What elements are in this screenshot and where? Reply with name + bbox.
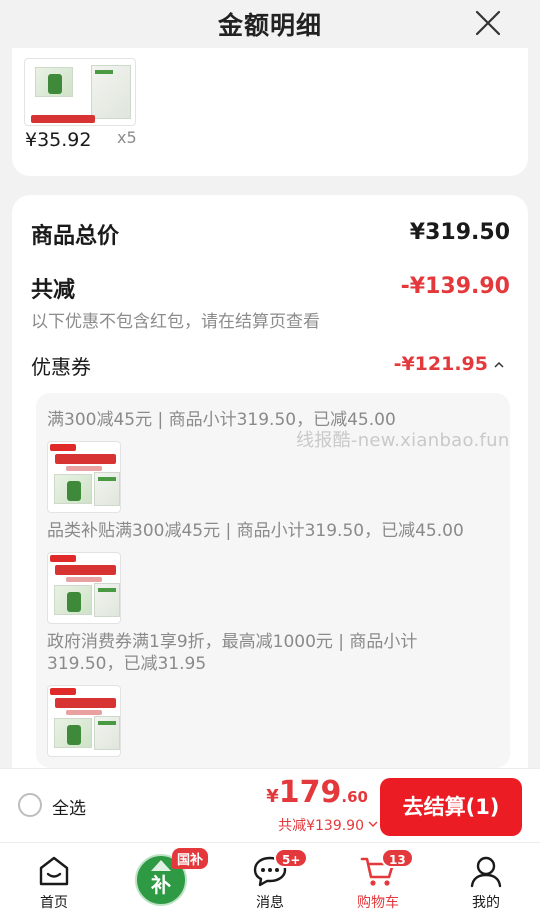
checkout-button[interactable]: 去结算(1) (380, 778, 522, 836)
messages-badge: 5+ (274, 848, 309, 868)
coupon-item-thumbnail (47, 552, 121, 624)
coupon-label: 优惠券 (31, 355, 91, 379)
total-price-label: 商品总价 (31, 224, 120, 249)
currency-symbol: ¥ (266, 786, 279, 807)
select-all-label[interactable]: 全选 (52, 794, 86, 819)
reduce-label: 共减 (31, 278, 76, 303)
tab-mine-label: 我的 (472, 895, 500, 911)
coupon-value[interactable]: -¥121.95 (394, 353, 488, 375)
coupon-item-thumbnail (47, 441, 121, 513)
coupon-item-text: 政府消费券满1享9折，最高减1000元 | 商品小计 (47, 632, 418, 652)
chevron-up-icon[interactable] (494, 360, 504, 370)
watermark: 线报酷-new.xianbao.fun (296, 430, 510, 451)
tab-cart-label: 购物车 (357, 895, 399, 911)
chevron-down-icon[interactable] (368, 819, 378, 829)
tab-messages-label: 消息 (256, 895, 284, 911)
header: 金额明细 (0, 0, 540, 48)
subsidy-char: 补 (150, 873, 171, 897)
discount-note: 以下优惠不包含红包，请在结算页查看 (31, 312, 320, 332)
product-thumbnail[interactable] (24, 58, 136, 126)
subsidy-badge: 国补 (172, 848, 209, 869)
coupon-item-thumbnail (47, 685, 121, 757)
close-icon[interactable] (474, 9, 502, 37)
price-integer: 179 (278, 775, 342, 810)
coupon-item-text-cont: 319.50，已减31.95 (47, 654, 207, 674)
saved-amount[interactable]: 共减¥139.90 (278, 815, 364, 835)
home-icon (39, 856, 69, 886)
product-price: ¥35.92 (25, 129, 92, 151)
final-price: ¥179.60 (266, 775, 368, 810)
coupon-item-text: 品类补贴满300减45元 | 商品小计319.50，已减45.00 (47, 521, 464, 541)
checkout-bar: 全选 ¥179.60 共减¥139.90 去结算(1) (0, 768, 540, 842)
tab-bar: 首页 消息 5+ 购物车 13 我的 (0, 842, 540, 919)
total-price-value: ¥319.50 (409, 220, 510, 245)
user-icon (470, 856, 502, 888)
cart-badge: 13 (381, 848, 414, 868)
tab-home[interactable]: 首页 (9, 843, 99, 919)
select-all-radio[interactable] (18, 793, 42, 817)
tab-home-label: 首页 (40, 895, 68, 911)
price-decimal: .60 (341, 788, 368, 806)
product-quantity: x5 (117, 128, 137, 147)
reduce-value: -¥139.90 (400, 274, 510, 299)
page-title: 金额明细 (217, 11, 322, 40)
tab-mine[interactable]: 我的 (441, 843, 531, 919)
